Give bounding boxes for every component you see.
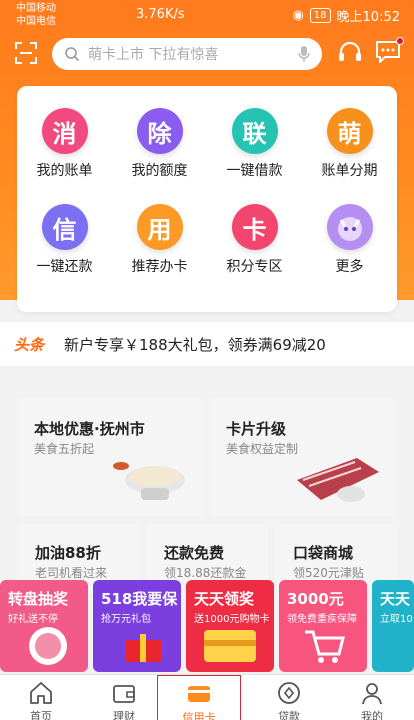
promo-card-upgrade[interactable]: 卡片升级 美食权益定制 — [209, 398, 395, 516]
installment-icon: 萌 — [326, 108, 373, 154]
carrier-1: 中国移动 — [16, 3, 56, 14]
coin-icon — [278, 682, 300, 704]
menu-item-label: 我的账单 — [36, 163, 93, 179]
banner-subtitle: 送1000元购物卡 — [194, 614, 270, 625]
top-bar: 萌卡上市 下拉有惊喜 — [0, 36, 414, 76]
headset-icon[interactable] — [337, 40, 363, 66]
banner-title: 天天领奖 — [194, 590, 255, 608]
banner-title: 3000元 — [287, 590, 344, 608]
mascot-icon — [326, 204, 373, 250]
tab-loan[interactable]: 贷款 — [248, 675, 330, 720]
menu-item-label: 积分专区 — [226, 259, 283, 275]
banner-health[interactable]: 3000元 领免费重疾保障 — [279, 580, 367, 672]
promo-title: 加油88折 — [35, 544, 101, 562]
tab-credit-card[interactable]: 信用卡 — [157, 675, 241, 720]
menu-item-my-limit[interactable]: 除 我的额度 — [112, 108, 207, 180]
promo-card-local[interactable]: 本地优惠·抚州市 美食五折起 — [17, 398, 203, 516]
recommend-icon: 用 — [136, 204, 183, 250]
menu-item-recommend-card[interactable]: 用 推荐办卡 — [112, 204, 207, 276]
home-icon — [30, 682, 52, 704]
eye-icon: ◉ — [292, 8, 304, 23]
promo-subtitle: 美食权益定制 — [226, 442, 299, 456]
promo-subtitle: 老司机看过来 — [35, 566, 108, 580]
loan-icon: 联 — [231, 108, 278, 154]
shopping-cart-icon — [305, 630, 345, 663]
gift-card-icon — [204, 630, 256, 662]
banner-rewards[interactable]: 天天领奖 送1000元购物卡 — [186, 580, 274, 672]
battery-level: 18 — [309, 8, 331, 23]
headline-bar[interactable]: 头条 新户专享￥188大礼包，领券满69减20 — [0, 322, 414, 366]
menu-item-label: 一键借款 — [226, 163, 283, 179]
tab-label: 理财 — [113, 710, 135, 720]
menu-item-label: 我的额度 — [131, 163, 188, 179]
menu-item-my-bill[interactable]: 消 我的账单 — [17, 108, 112, 180]
quick-menu-card: 消 我的账单 除 我的额度 联 一键借款 萌 账单分期 信 一键还款 用 推荐办… — [17, 86, 397, 312]
search-input[interactable]: 萌卡上市 下拉有惊喜 — [52, 38, 322, 70]
tab-label: 首页 — [30, 710, 52, 720]
meat-plate-image — [297, 458, 379, 502]
promo-subtitle: 美食五折起 — [34, 442, 95, 456]
promo-title: 卡片升级 — [226, 420, 287, 438]
menu-item-label: 更多 — [335, 259, 364, 275]
clock: 晚上10:52 — [336, 10, 400, 25]
bill-icon: 消 — [41, 108, 88, 154]
tab-home[interactable]: 首页 — [0, 675, 82, 720]
promo-subtitle: 领18.88还款金 — [164, 566, 247, 580]
carrier-2: 中国电信 — [16, 16, 56, 27]
wheel-icon — [29, 627, 67, 665]
headline-tag: 头条 — [14, 335, 45, 354]
points-icon: 卡 — [231, 204, 278, 250]
status-bar: 中国移动 中国电信 3.76K/s ◉ 18 晚上10:52 — [0, 0, 414, 30]
credit-card-icon — [188, 686, 210, 702]
gift-box-icon — [125, 634, 161, 662]
banner-title: 转盘抽奖 — [8, 590, 69, 608]
promo-title: 本地优惠·抚州市 — [34, 420, 145, 438]
banner-insurance[interactable]: 518我要保 抢万元礼包 — [93, 580, 181, 672]
scan-icon[interactable] — [14, 41, 38, 65]
user-icon — [362, 683, 382, 705]
banner-daily[interactable]: 天天 立取10 — [372, 580, 414, 672]
menu-item-points[interactable]: 卡 积分专区 — [207, 204, 302, 276]
tab-wealth[interactable]: 理财 — [83, 675, 165, 720]
banner-subtitle: 领免费重疾保障 — [287, 614, 357, 625]
banner-lottery[interactable]: 转盘抽奖 好礼送不停 — [0, 580, 88, 672]
bottom-tab-bar: 首页 理财 信用卡 贷款 我的 — [0, 674, 414, 720]
message-button[interactable] — [375, 37, 404, 64]
wallet-icon — [113, 685, 135, 703]
menu-item-more[interactable]: 更多 — [302, 204, 397, 276]
menu-item-label: 账单分期 — [321, 163, 378, 179]
promo-subtitle: 领520元津贴 — [293, 566, 364, 580]
network-speed: 3.76K/s — [136, 7, 185, 22]
banner-subtitle: 好礼送不停 — [8, 614, 58, 625]
tab-label: 我的 — [361, 710, 383, 720]
banner-title: 天天 — [380, 590, 411, 608]
menu-item-label: 一键还款 — [36, 259, 93, 275]
menu-item-label: 推荐办卡 — [131, 259, 188, 275]
carrier-info: 中国移动 中国电信 — [16, 2, 56, 28]
repay-icon: 信 — [41, 204, 88, 250]
tab-mine[interactable]: 我的 — [331, 675, 413, 720]
menu-item-installment[interactable]: 萌 账单分期 — [302, 108, 397, 180]
headline-text: 新户专享￥188大礼包，领券满69减20 — [64, 335, 326, 354]
search-placeholder: 萌卡上市 下拉有惊喜 — [88, 47, 219, 63]
banner-subtitle: 抢万元礼包 — [101, 614, 151, 625]
search-icon — [65, 47, 80, 62]
tab-label: 贷款 — [278, 710, 300, 720]
promo-title: 口袋商城 — [293, 544, 354, 562]
noodle-bowl-image — [113, 462, 185, 500]
banner-subtitle: 立取10 — [380, 614, 413, 625]
tab-label: 信用卡 — [182, 711, 216, 720]
menu-item-quick-repay[interactable]: 信 一键还款 — [17, 204, 112, 276]
menu-item-quick-loan[interactable]: 联 一键借款 — [207, 108, 302, 180]
limit-icon: 除 — [136, 108, 183, 154]
status-right: ◉ 18 晚上10:52 — [292, 6, 400, 25]
banner-title: 518我要保 — [101, 590, 178, 608]
promo-title: 还款免费 — [164, 544, 225, 562]
notification-dot — [396, 37, 404, 45]
microphone-icon[interactable] — [298, 45, 310, 63]
